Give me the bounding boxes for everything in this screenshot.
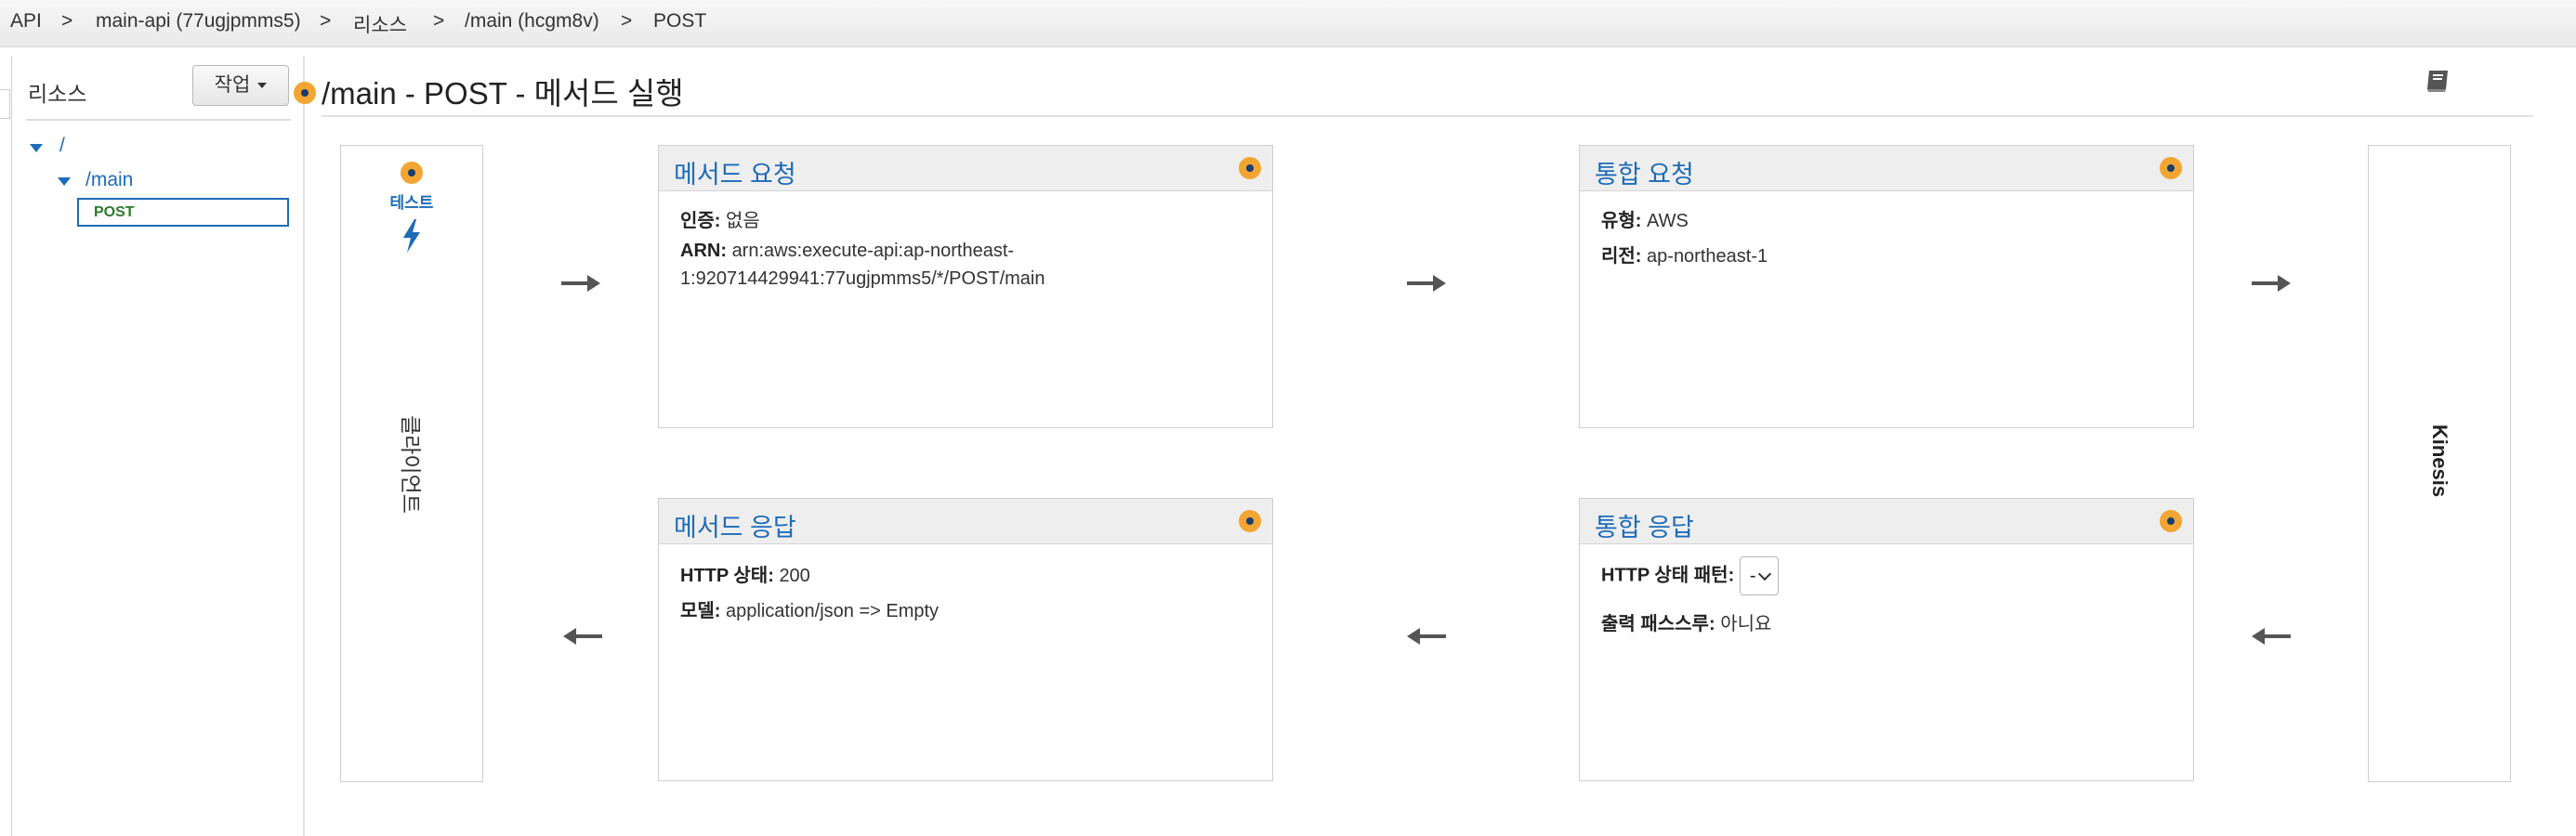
arrow-right-icon	[2250, 271, 2293, 300]
status-pattern-label: HTTP 상태 패턴:	[1601, 565, 1735, 586]
auth-value: 없음	[726, 211, 760, 231]
auth-label: 인증:	[680, 211, 721, 231]
breadcrumb-separator: >	[621, 10, 633, 32]
passthrough-label: 출력 패스스루:	[1601, 614, 1715, 634]
type-value: AWS	[1647, 211, 1689, 231]
test-status-icon	[401, 162, 423, 184]
breadcrumb-method-post: POST	[653, 10, 707, 32]
type-row: 유형: AWS	[1601, 205, 1689, 232]
arn-value-continued: 1:920714429941:77ugjpmms5/*/POST/main	[680, 268, 1045, 289]
tree-item-root[interactable]: /	[59, 135, 65, 157]
http-status-row: HTTP 상태: 200	[680, 560, 810, 587]
arn-row: ARN: arn:aws:execute-api:ap-northeast-	[680, 241, 1014, 262]
breadcrumb-separator: >	[61, 10, 73, 32]
panel-header: 메서드 요청	[659, 146, 1272, 191]
method-request-title[interactable]: 메서드 요청	[674, 154, 796, 190]
passthrough-row: 출력 패스스루: 아니요	[1601, 608, 1771, 635]
sidebar-divider-line	[26, 119, 291, 121]
integration-response-panel[interactable]: 통합 응답 HTTP 상태 패턴: - 출력 패스스루: 아니요	[1579, 498, 2194, 781]
arrow-right-icon	[1405, 271, 1448, 300]
actions-button-label: 작업	[214, 74, 251, 96]
arrow-right-icon	[559, 271, 602, 300]
status-dot-icon	[1239, 157, 1261, 179]
panel-header: 통합 응답	[1580, 499, 2193, 544]
method-response-title[interactable]: 메서드 응답	[674, 507, 796, 543]
panel-header: 메서드 응답	[659, 499, 1272, 544]
lightning-bolt-icon[interactable]	[401, 219, 422, 257]
book-icon[interactable]	[2424, 67, 2453, 99]
status-pattern-row: HTTP 상태 패턴: -	[1601, 556, 1780, 595]
http-status-value: 200	[779, 566, 810, 586]
breadcrumb-separator: >	[433, 10, 445, 32]
status-pattern-select[interactable]: -	[1740, 556, 1780, 595]
integration-response-title[interactable]: 통합 응답	[1595, 507, 1694, 543]
client-label-text: 클라이언트	[399, 415, 423, 514]
breadcrumb-resources[interactable]: 리소스	[353, 10, 407, 38]
breadcrumb-resource-main[interactable]: /main (hcgm8v)	[465, 10, 599, 33]
region-label: 리전:	[1601, 246, 1642, 267]
status-pattern-value: -	[1749, 566, 1756, 586]
breadcrumb: API > main-api (77ugjpmms5) > 리소스 > /mai…	[0, 0, 2576, 47]
arn-label: ARN:	[680, 241, 727, 261]
method-status-icon	[294, 82, 316, 104]
model-row: 모델: application/json => Empty	[680, 595, 939, 622]
caret-down-icon	[257, 83, 268, 89]
panel-header: 통합 요청	[1580, 146, 2193, 191]
sidebar-collapse-tab[interactable]	[0, 89, 10, 119]
sidebar-divider[interactable]	[303, 56, 305, 836]
status-dot-icon	[1239, 510, 1261, 532]
integration-request-title[interactable]: 통합 요청	[1595, 154, 1694, 190]
left-edge-panel	[0, 56, 12, 836]
status-dot-icon	[2160, 157, 2182, 179]
passthrough-value: 아니요	[1720, 614, 1772, 634]
title-divider	[322, 115, 2533, 117]
method-request-panel[interactable]: 메서드 요청 인증: 없음 ARN: arn:aws:execute-api:a…	[658, 145, 1273, 428]
breadcrumb-api-name[interactable]: main-api (77ugjpmms5)	[96, 10, 301, 33]
test-link[interactable]: 테스트	[340, 189, 483, 213]
chevron-down-icon	[1757, 567, 1771, 581]
model-value: application/json => Empty	[726, 601, 940, 621]
actions-button[interactable]: 작업	[192, 65, 289, 106]
arrow-left-icon	[561, 624, 604, 653]
arrow-left-icon	[1405, 624, 1448, 653]
tree-item-post[interactable]: POST	[77, 198, 289, 227]
auth-row: 인증: 없음	[680, 205, 760, 232]
region-row: 리전: ap-northeast-1	[1601, 241, 1768, 268]
arrow-left-icon	[2250, 624, 2293, 653]
resources-title: 리소스	[28, 82, 87, 106]
expand-triangle-icon[interactable]	[58, 177, 71, 186]
status-dot-icon	[2160, 510, 2182, 532]
region-value: ap-northeast-1	[1647, 246, 1768, 267]
breadcrumb-separator: >	[320, 10, 332, 32]
method-response-panel[interactable]: 메서드 응답 HTTP 상태: 200 모델: application/json…	[658, 498, 1273, 781]
arn-value: arn:aws:execute-api:ap-northeast-	[731, 241, 1015, 261]
tree-item-main[interactable]: /main	[85, 169, 133, 191]
model-label: 모델:	[680, 601, 721, 621]
page-title: /main - POST - 메서드 실행	[322, 76, 684, 111]
kinesis-label-text: Kinesis	[2428, 424, 2451, 498]
expand-triangle-icon[interactable]	[30, 144, 43, 152]
http-status-label: HTTP 상태:	[680, 566, 774, 586]
integration-request-panel[interactable]: 통합 요청 유형: AWS 리전: ap-northeast-1	[1579, 145, 2194, 428]
type-label: 유형:	[1601, 211, 1642, 231]
breadcrumb-api[interactable]: API	[10, 10, 42, 33]
